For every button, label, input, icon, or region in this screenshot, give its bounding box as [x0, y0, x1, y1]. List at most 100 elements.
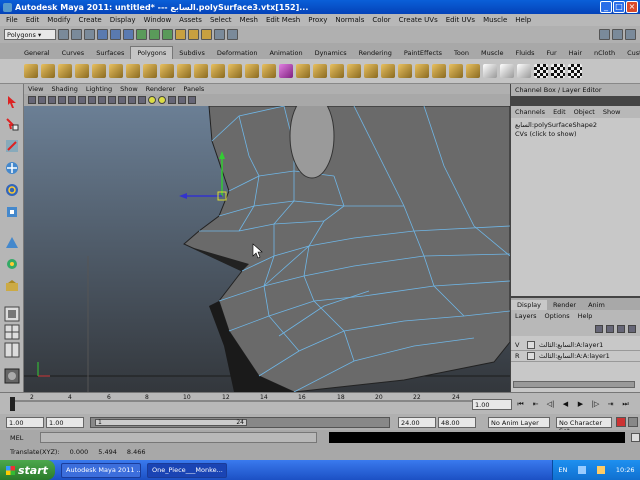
- taskbar-item-maya[interactable]: Autodesk Maya 2011 ...: [61, 462, 141, 478]
- open-scene-icon[interactable]: [71, 29, 82, 40]
- poly-helix-icon[interactable]: [177, 64, 191, 78]
- step-forward-key-icon[interactable]: |▷: [591, 400, 600, 409]
- poly-sphere-icon[interactable]: [24, 64, 38, 78]
- ipr-render-icon[interactable]: [201, 29, 212, 40]
- split-polygon-icon[interactable]: [415, 64, 429, 78]
- channel-box-menu-edit[interactable]: Edit: [549, 108, 570, 116]
- tab-render-layers[interactable]: Render: [547, 300, 582, 310]
- current-time-marker[interactable]: [10, 397, 15, 411]
- render-icon[interactable]: [188, 29, 199, 40]
- booleans-icon[interactable]: [279, 64, 293, 78]
- auto-key-icon[interactable]: [616, 417, 626, 427]
- xray-icon[interactable]: [168, 96, 176, 104]
- soft-modification-icon[interactable]: [4, 256, 20, 272]
- spherical-mapping-icon[interactable]: [517, 64, 531, 78]
- command-input[interactable]: [39, 432, 317, 443]
- command-language-label[interactable]: MEL: [0, 434, 40, 442]
- channel-box-menu-object[interactable]: Object: [570, 108, 599, 116]
- layer-item[interactable]: R السابع:الثالث:A:A:layer1: [511, 351, 640, 362]
- camera-attributes-icon[interactable]: [38, 96, 46, 104]
- tab-rendering[interactable]: Rendering: [353, 47, 398, 59]
- viewport-menu-renderer[interactable]: Renderer: [142, 85, 180, 93]
- tab-surfaces[interactable]: Surfaces: [90, 47, 130, 59]
- layout-four-pane-icon[interactable]: [4, 324, 20, 340]
- cylindrical-mapping-icon[interactable]: [500, 64, 514, 78]
- tab-painteffects[interactable]: PaintEffects: [398, 47, 448, 59]
- poly-pyramid-icon[interactable]: [143, 64, 157, 78]
- anim-layer-dropdown[interactable]: No Anim Layer: [488, 417, 550, 428]
- end-time-field[interactable]: 48.00: [438, 417, 476, 428]
- tab-fur[interactable]: Fur: [540, 47, 562, 59]
- poly-platonic-icon[interactable]: [211, 64, 225, 78]
- poly-soccer-ball-icon[interactable]: [194, 64, 208, 78]
- menu-muscle[interactable]: Muscle: [479, 16, 511, 24]
- checker-texture-icon[interactable]: [568, 64, 582, 78]
- tab-subdivs[interactable]: Subdivs: [173, 47, 211, 59]
- move-layer-down-icon[interactable]: [606, 325, 614, 333]
- smooth-icon[interactable]: [296, 64, 310, 78]
- character-set-dropdown[interactable]: No Character Set: [556, 417, 612, 435]
- channel-box-menu-show[interactable]: Show: [599, 108, 625, 116]
- close-button[interactable]: ×: [626, 1, 638, 13]
- tab-toon[interactable]: Toon: [448, 47, 475, 59]
- insert-edge-loop-icon[interactable]: [432, 64, 446, 78]
- script-editor-icon[interactable]: [631, 433, 640, 442]
- menu-normals[interactable]: Normals: [331, 16, 368, 24]
- menu-modify[interactable]: Modify: [43, 16, 74, 24]
- channel-box-object-name[interactable]: السابع:polySurfaceShape2: [515, 121, 636, 130]
- menu-help[interactable]: Help: [511, 16, 535, 24]
- maximize-button[interactable]: □: [613, 1, 625, 13]
- isolate-select-icon[interactable]: [178, 96, 186, 104]
- step-forward-frame-icon[interactable]: ⇥: [606, 400, 615, 409]
- poly-torus-icon[interactable]: [109, 64, 123, 78]
- new-layer-from-selection-icon[interactable]: [628, 325, 636, 333]
- animation-preferences-icon[interactable]: [628, 417, 638, 427]
- combine-icon[interactable]: [228, 64, 242, 78]
- fill-hole-icon[interactable]: [347, 64, 361, 78]
- film-gate-icon[interactable]: [78, 96, 86, 104]
- menu-proxy[interactable]: Proxy: [304, 16, 331, 24]
- play-backwards-icon[interactable]: ◀: [561, 400, 570, 409]
- bevel-icon[interactable]: [466, 64, 480, 78]
- select-hierarchy-icon[interactable]: [97, 29, 108, 40]
- viewport-menu-lighting[interactable]: Lighting: [82, 85, 116, 93]
- step-back-key-icon[interactable]: ◁|: [546, 400, 555, 409]
- poly-cone-icon[interactable]: [75, 64, 89, 78]
- go-to-start-icon[interactable]: ⏮: [516, 400, 525, 409]
- layer-menu-options[interactable]: Options: [541, 312, 574, 320]
- viewport-scene[interactable]: [24, 106, 510, 392]
- volume-icon[interactable]: [597, 466, 606, 474]
- start-button[interactable]: start: [0, 460, 55, 480]
- menu-display[interactable]: Display: [106, 16, 140, 24]
- viewport-menu-shading[interactable]: Shading: [47, 85, 81, 93]
- poly-cylinder-icon[interactable]: [58, 64, 72, 78]
- save-scene-icon[interactable]: [84, 29, 95, 40]
- separate-icon[interactable]: [245, 64, 259, 78]
- offset-edge-loop-icon[interactable]: [449, 64, 463, 78]
- step-back-frame-icon[interactable]: ⇤: [531, 400, 540, 409]
- poly-pipe-icon[interactable]: [160, 64, 174, 78]
- range-slider-handle[interactable]: 1 24: [95, 419, 247, 426]
- network-icon[interactable]: [578, 466, 587, 474]
- tab-muscle[interactable]: Muscle: [475, 47, 510, 59]
- language-indicator[interactable]: EN: [558, 466, 567, 474]
- high-quality-icon[interactable]: [188, 96, 196, 104]
- menu-window[interactable]: Window: [140, 16, 176, 24]
- playback-end-field[interactable]: 24.00: [398, 417, 436, 428]
- layer-item[interactable]: V السابع:الثالث:A:layer1: [511, 340, 640, 351]
- select-component-icon[interactable]: [123, 29, 134, 40]
- layer-menu-layers[interactable]: Layers: [511, 312, 541, 320]
- snap-grid-icon[interactable]: [136, 29, 147, 40]
- render-settings-icon[interactable]: [214, 29, 225, 40]
- layer-menu-help[interactable]: Help: [574, 312, 597, 320]
- menu-create-uvs[interactable]: Create UVs: [395, 16, 442, 24]
- start-time-field[interactable]: 1.00: [6, 417, 44, 428]
- image-plane-icon[interactable]: [58, 96, 66, 104]
- channel-box-cvs[interactable]: CVs (click to show): [515, 130, 636, 139]
- safe-action-icon[interactable]: [98, 96, 106, 104]
- tab-animation[interactable]: Animation: [263, 47, 308, 59]
- grid-toggle-icon[interactable]: [68, 96, 76, 104]
- select-tool-icon[interactable]: [4, 94, 20, 110]
- textured-icon[interactable]: [138, 96, 146, 104]
- perspective-viewport[interactable]: [24, 106, 510, 392]
